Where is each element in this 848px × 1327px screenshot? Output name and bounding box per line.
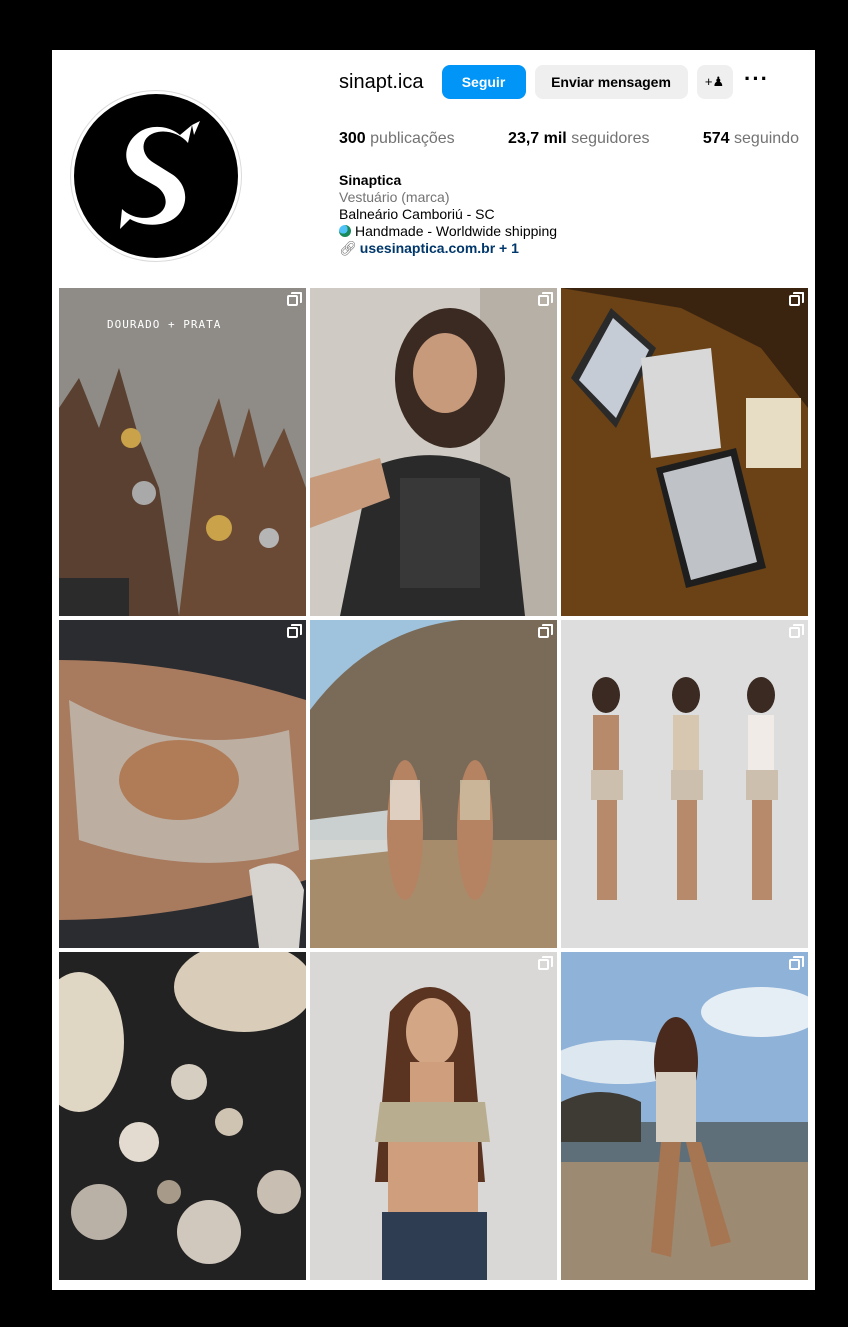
- location-text: Balneário Camboriú - SC: [339, 206, 495, 222]
- followers-stat[interactable]: 23,7 mil seguidores: [508, 130, 649, 148]
- post-thumbnail[interactable]: [310, 620, 557, 948]
- suggested-accounts-button[interactable]: +♟: [696, 65, 733, 99]
- brand-logo: [74, 94, 238, 258]
- post-image: [561, 288, 808, 616]
- tagline-text: Handmade - Worldwide shipping: [355, 223, 558, 239]
- username: sinapt.ica: [339, 70, 424, 93]
- profile-bio: Sinaptica Vestuário (marca) Balneário Ca…: [339, 172, 557, 257]
- display-name: Sinaptica: [339, 172, 402, 188]
- followers-count: 23,7 mil: [508, 130, 567, 147]
- profile-page: sinapt.ica Seguir Enviar mensagem +♟ ···…: [52, 50, 815, 1290]
- post-image: [310, 288, 557, 616]
- s-logo-icon: [120, 121, 200, 229]
- post-image: [310, 620, 557, 948]
- website-link[interactable]: 🔗︎ usesinaptica.com.br + 1: [339, 240, 557, 257]
- posts-grid: DOURADO + PRATA: [59, 288, 808, 1280]
- post-thumbnail[interactable]: [561, 288, 808, 616]
- post-thumbnail[interactable]: [310, 288, 557, 616]
- carousel-icon: [287, 624, 302, 638]
- following-label: seguindo: [734, 130, 799, 147]
- profile-stats: 300 publicações 23,7 mil seguidores 574 …: [339, 130, 799, 148]
- post-image: [561, 952, 808, 1280]
- more-options-icon: ···: [744, 65, 769, 91]
- post-image: [59, 288, 306, 616]
- profile-avatar[interactable]: [70, 90, 242, 262]
- post-thumbnail[interactable]: [561, 952, 808, 1280]
- post-image: [59, 952, 306, 1280]
- posts-label: publicações: [370, 130, 455, 147]
- carousel-icon: [789, 956, 804, 970]
- posts-count: 300: [339, 130, 366, 147]
- post-thumbnail[interactable]: [59, 952, 306, 1280]
- carousel-icon: [538, 956, 553, 970]
- following-count: 574: [702, 130, 730, 147]
- more-options-button[interactable]: ···: [742, 65, 772, 99]
- post-overlay-text: DOURADO + PRATA: [107, 318, 222, 331]
- send-message-button[interactable]: Enviar mensagem: [534, 65, 688, 99]
- carousel-icon: [789, 292, 804, 306]
- carousel-icon: [538, 292, 553, 306]
- post-thumbnail[interactable]: DOURADO + PRATA: [59, 288, 306, 616]
- posts-stat: 300 publicações: [339, 130, 455, 148]
- profile-header-actions: sinapt.ica Seguir Enviar mensagem +♟ ···: [339, 65, 781, 99]
- post-image: [59, 620, 306, 948]
- website-link-text: usesinaptica.com.br + 1: [359, 240, 519, 256]
- carousel-icon: [287, 292, 302, 306]
- post-thumbnail[interactable]: [561, 620, 808, 948]
- carousel-icon: [538, 624, 553, 638]
- add-person-icon: +♟: [704, 74, 725, 89]
- category-label: Vestuário (marca): [339, 189, 450, 205]
- link-icon: 🔗︎: [339, 240, 357, 256]
- tagline: Handmade - Worldwide shipping: [339, 223, 557, 240]
- follow-button[interactable]: Seguir: [441, 65, 526, 99]
- post-thumbnail[interactable]: [310, 952, 557, 1280]
- globe-icon: [339, 225, 351, 237]
- following-stat[interactable]: 574 seguindo: [703, 130, 799, 148]
- carousel-icon: [789, 624, 804, 638]
- post-thumbnail[interactable]: [59, 620, 306, 948]
- followers-label: seguidores: [571, 130, 650, 147]
- post-image: [561, 620, 808, 948]
- post-image: [310, 952, 557, 1280]
